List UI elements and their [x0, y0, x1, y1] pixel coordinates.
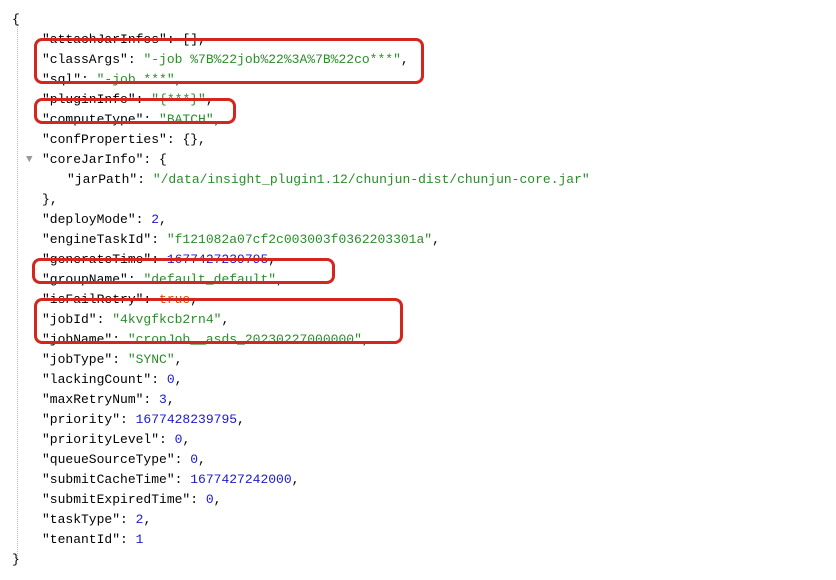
line-engineTaskId: "engineTaskId": "f121082a07cf2c003003f03…	[12, 230, 836, 250]
line-classArgs: "classArgs": "-job %7B%22job%22%3A%7B%22…	[12, 50, 836, 70]
line-coreJarInfo-open: ▼"coreJarInfo": {	[12, 150, 836, 170]
expand-toggle-icon[interactable]: ▼	[26, 150, 38, 170]
line-jarPath: "jarPath": "/data/insight_plugin1.12/chu…	[12, 170, 836, 190]
line-priorityLevel: "priorityLevel": 0,	[12, 430, 836, 450]
line-open-brace: {	[12, 10, 836, 30]
line-close-brace: }	[12, 550, 836, 570]
line-deployMode: "deployMode": 2,	[12, 210, 836, 230]
line-priority: "priority": 1677428239795,	[12, 410, 836, 430]
line-jobId: "jobId": "4kvgfkcb2rn4",	[12, 310, 836, 330]
line-queueSourceType: "queueSourceType": 0,	[12, 450, 836, 470]
line-jobName: "jobName": "cronJob__asds_20230227000000…	[12, 330, 836, 350]
line-sql: "sql": "-job ***",	[12, 70, 836, 90]
line-coreJarInfo-close: },	[12, 190, 836, 210]
json-tree: { "attachJarInfos": [], "classArgs": "-j…	[8, 10, 836, 570]
line-confProperties: "confProperties": {},	[12, 130, 836, 150]
line-tenantId: "tenantId": 1	[12, 530, 836, 550]
line-attachJarInfos: "attachJarInfos": [],	[12, 30, 836, 50]
line-submitCacheTime: "submitCacheTime": 1677427242000,	[12, 470, 836, 490]
line-submitExpiredTime: "submitExpiredTime": 0,	[12, 490, 836, 510]
line-lackingCount: "lackingCount": 0,	[12, 370, 836, 390]
line-isFailRetry: "isFailRetry": true,	[12, 290, 836, 310]
line-computeType: "computeType": "BATCH",	[12, 110, 836, 130]
line-pluginInfo: "pluginInfo": "{***}",	[12, 90, 836, 110]
line-jobType: "jobType": "SYNC",	[12, 350, 836, 370]
line-generateTime: "generateTime": 1677427239795,	[12, 250, 836, 270]
line-taskType: "taskType": 2,	[12, 510, 836, 530]
line-groupName: "groupName": "default_default",	[12, 270, 836, 290]
line-maxRetryNum: "maxRetryNum": 3,	[12, 390, 836, 410]
